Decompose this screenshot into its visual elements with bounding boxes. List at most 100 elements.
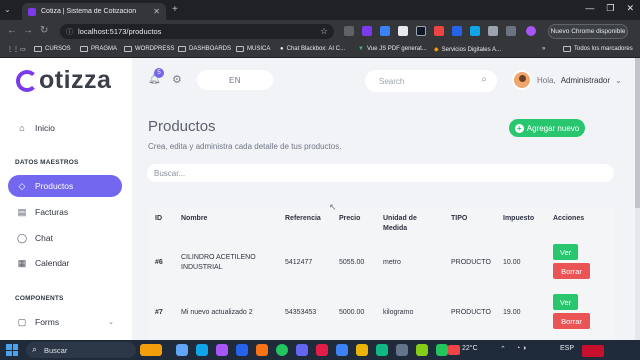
close-window-icon[interactable]: ✕ <box>626 3 634 14</box>
bookmark-pragma[interactable]: PRAGMA <box>80 46 117 52</box>
header-nombre: Nombre <box>181 215 208 222</box>
extension-icon[interactable] <box>416 26 426 36</box>
bookmark-servicios[interactable]: ◆ Servicios Digitales A... <box>434 46 501 54</box>
tab-groups-icon[interactable]: ▭ <box>20 46 26 53</box>
cell-tipo: PRODUCTO <box>451 259 491 266</box>
cell-nombre: CILINDRO ACETILENO INDUSTRIAL <box>181 254 256 271</box>
tab-title: Cotiza | Sistema de Cotizacion <box>41 8 137 15</box>
extension-icon[interactable] <box>362 26 372 36</box>
app-icon[interactable] <box>396 344 408 356</box>
file-explorer-icon[interactable] <box>176 344 188 356</box>
bookmark-dashboards[interactable]: DASHBOARDS <box>178 46 231 52</box>
bookmark-vuepdf[interactable]: ▼ Vue JS PDF generat... <box>358 46 427 52</box>
chrome-update-button[interactable]: Nuevo Chrome disponible <box>548 24 628 39</box>
extension-icon[interactable] <box>470 26 480 36</box>
scrollbar-thumb[interactable] <box>635 58 640 208</box>
header-acciones: Acciones <box>553 215 585 222</box>
chrome-icon[interactable] <box>276 344 288 356</box>
reload-icon[interactable]: ↻ <box>40 25 48 36</box>
header-referencia: Referencia <box>285 215 321 222</box>
vue-icon: ▼ <box>358 46 364 52</box>
widget-icon[interactable] <box>140 344 162 356</box>
extension-icon[interactable] <box>452 26 462 36</box>
address-bar[interactable]: ⓘ localhost:5173/productos ☆ <box>60 24 334 39</box>
sidebar-item-productos[interactable]: ◇ Productos <box>8 175 122 197</box>
app-icon[interactable] <box>216 344 228 356</box>
tray-app-icons[interactable]: ◔ ◑ <box>516 345 526 352</box>
bookmark-musica[interactable]: MUSICA <box>236 46 270 52</box>
profile-icon[interactable] <box>526 26 536 36</box>
sidebar-item-chat[interactable]: ◯ Chat <box>8 227 122 249</box>
global-search-input[interactable]: Search ⌕ <box>365 70 497 92</box>
app-icon[interactable] <box>356 344 368 356</box>
gear-icon[interactable]: ⚙ <box>172 73 182 86</box>
taskbar-search-input[interactable]: ⌕ Buscar <box>26 342 136 358</box>
tray-chevron-icon[interactable]: ⌃ <box>500 345 506 353</box>
sidebar-item-calendar[interactable]: ▦ Calendar <box>8 252 122 274</box>
extension-icon[interactable] <box>398 26 408 36</box>
sidebar-item-inicio[interactable]: ⌂ Inicio <box>8 117 122 139</box>
app-icon[interactable] <box>436 344 448 356</box>
cotizza-logo[interactable]: otizza <box>16 66 111 95</box>
page-scrollbar[interactable] <box>635 58 640 340</box>
weather-temp[interactable]: 22°C <box>462 345 478 352</box>
cell-id: #6 <box>155 259 163 266</box>
browser-tab[interactable]: Cotiza | Sistema de Cotizacion ✕ <box>22 3 166 20</box>
app-icon[interactable] <box>416 344 428 356</box>
product-search-input[interactable]: Buscar... <box>147 164 614 182</box>
user-menu[interactable]: Hola, Administrador ⌄ <box>512 70 622 90</box>
app-icon[interactable] <box>336 344 348 356</box>
view-button[interactable]: Ver <box>553 294 578 310</box>
app-icon[interactable] <box>316 344 328 356</box>
extension-icon[interactable] <box>380 26 390 36</box>
apps-grid-icon[interactable]: ⋮⋮ <box>7 46 19 53</box>
language-indicator[interactable]: ESP <box>560 345 574 352</box>
extension-icon[interactable] <box>434 26 444 36</box>
view-button[interactable]: Ver <box>553 244 578 260</box>
chevron-down-icon: ⌄ <box>615 75 622 85</box>
cell-impuesto: 19.00 <box>503 309 521 316</box>
sidebar-item-facturas[interactable]: ▤ Facturas <box>8 201 122 223</box>
language-selector[interactable]: EN <box>197 70 273 90</box>
delete-button[interactable]: Borrar <box>553 313 590 329</box>
edge-icon[interactable] <box>196 344 208 356</box>
folder-icon <box>178 46 186 52</box>
vscode-icon[interactable] <box>236 344 248 356</box>
url-text: localhost:5173/productos <box>78 27 162 36</box>
section-datos-maestros: DATOS MAESTROS <box>15 159 79 166</box>
forward-icon[interactable]: → <box>23 25 33 36</box>
document-icon: ▤ <box>17 206 27 217</box>
browser-tab-strip: ⌄ Cotiza | Sistema de Cotizacion ✕ + — ❐… <box>0 0 640 20</box>
bookmark-cursos[interactable]: CURSOS <box>34 46 71 52</box>
app-icon[interactable] <box>256 344 268 356</box>
tray-app-icon[interactable] <box>582 345 604 357</box>
more-bookmarks-icon[interactable]: » <box>542 46 545 52</box>
tab-search-icon[interactable]: ⌄ <box>4 5 14 15</box>
add-new-button[interactable]: + Agregar nuevo <box>509 119 585 137</box>
app-icon[interactable] <box>296 344 308 356</box>
maximize-icon[interactable]: ❐ <box>606 3 614 14</box>
downloads-icon[interactable] <box>506 26 516 36</box>
bookmark-all[interactable]: Todos los marcadores <box>563 46 633 52</box>
cell-unidad: kilogramo <box>383 309 414 316</box>
delete-button[interactable]: Borrar <box>553 263 590 279</box>
close-tab-icon[interactable]: ✕ <box>153 7 160 16</box>
back-icon[interactable]: ← <box>7 25 17 36</box>
bookmark-star-icon[interactable]: ☆ <box>320 26 328 37</box>
bookmark-blackbox[interactable]: ● Chat Blackbox: AI C... <box>280 46 345 52</box>
header-id: ID <box>155 215 162 222</box>
search-placeholder: Search <box>379 76 405 86</box>
extension-icon[interactable] <box>344 26 354 36</box>
extensions-puzzle-icon[interactable] <box>488 26 498 36</box>
minimize-icon[interactable]: — <box>585 3 594 14</box>
tag-icon: ◇ <box>18 180 26 191</box>
weather-icon[interactable] <box>448 345 460 355</box>
bookmark-wordpress[interactable]: WORDPRESS <box>124 46 174 52</box>
sidebar-item-forms[interactable]: ▢ Forms ⌄ <box>8 311 122 333</box>
new-tab-icon[interactable]: + <box>172 4 178 15</box>
windows-start-icon[interactable] <box>6 344 18 356</box>
app-icon[interactable] <box>376 344 388 356</box>
page-title: Productos <box>148 118 216 135</box>
sidebar: otizza ⌂ Inicio DATOS MAESTROS ◇ Product… <box>0 58 132 340</box>
site-info-icon[interactable]: ⓘ <box>66 27 73 37</box>
